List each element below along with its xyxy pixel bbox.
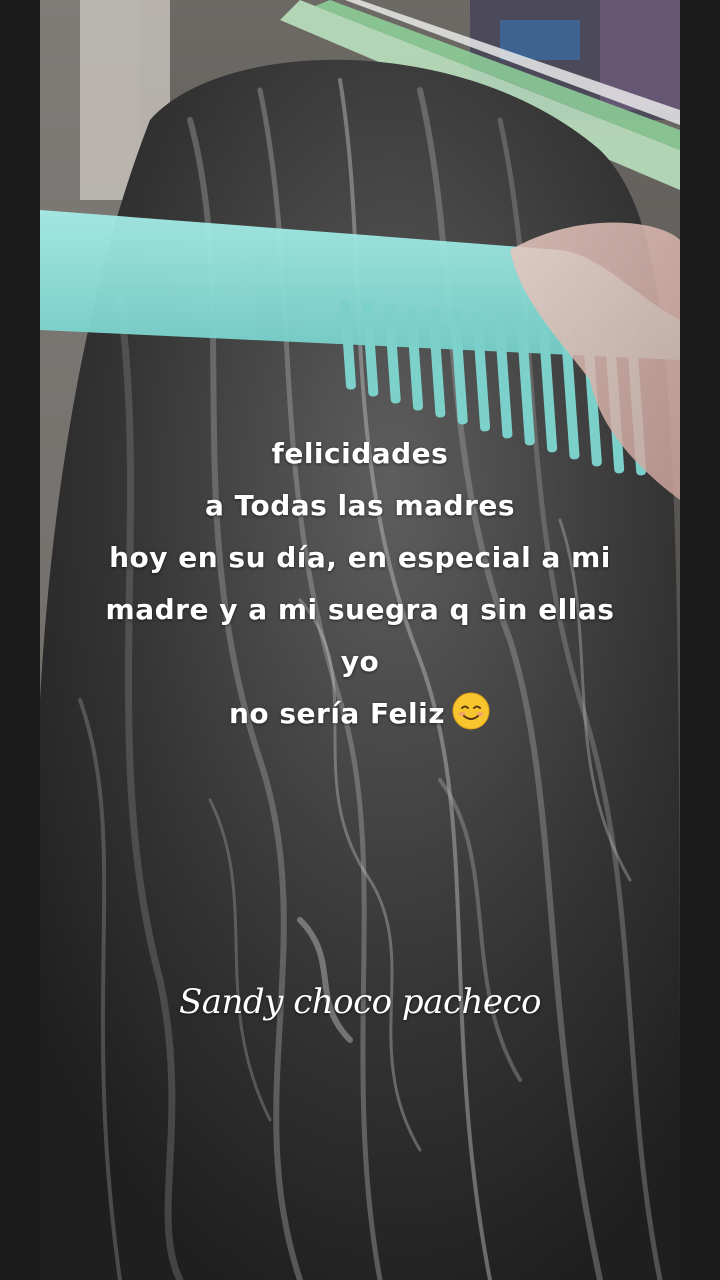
caption-line: a Todas las madres [204,489,516,522]
story-frame: felicidades a Todas las madres hoy en su… [0,0,720,1280]
greeting-caption: felicidades a Todas las madres hoy en su… [40,428,680,740]
smiling-face-icon [452,692,490,730]
caption-line: felicidades [271,437,449,470]
caption-line: yo [340,645,380,678]
caption-line: hoy en su día, en especial a mi [109,541,611,574]
author-signature: Sandy choco pacheco [178,982,542,1022]
caption-line: madre y a mi suegra q sin ellas [105,593,615,626]
caption-line: no sería Feliz [228,697,446,730]
caption-last-line: no sería Feliz [40,688,680,740]
